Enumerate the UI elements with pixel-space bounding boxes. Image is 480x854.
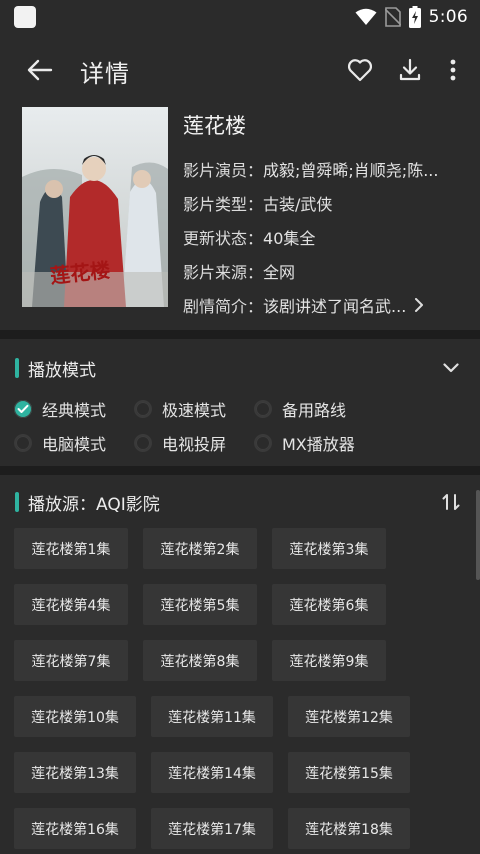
- episode-button[interactable]: 莲花楼第5集: [143, 584, 257, 625]
- episode-button[interactable]: 莲花楼第4集: [14, 584, 128, 625]
- info-value: 全网: [263, 263, 296, 282]
- app-bar: 详情: [0, 40, 480, 100]
- episode-button[interactable]: 莲花楼第13集: [14, 752, 136, 793]
- movie-info: 莲花楼 影片演员： 成毅;曾舜晞;肖顺尧;陈... 影片类型： 古装/武侠 更新…: [183, 110, 463, 322]
- episode-button[interactable]: 莲花楼第9集: [272, 640, 386, 681]
- status-indicators: 5:06: [355, 4, 468, 30]
- page-title: 详情: [80, 60, 130, 88]
- more-options-button[interactable]: [446, 56, 460, 84]
- episode-button[interactable]: 莲花楼第7集: [14, 640, 128, 681]
- chevron-right-icon: [415, 298, 424, 312]
- episode-button[interactable]: 莲花楼第14集: [151, 752, 273, 793]
- episode-button[interactable]: 莲花楼第11集: [151, 696, 273, 737]
- mode-label: 电脑模式: [42, 435, 107, 454]
- scrollbar[interactable]: [476, 490, 480, 580]
- play-mode-title: 播放模式: [28, 360, 96, 381]
- play-mode-header[interactable]: 播放模式: [15, 354, 465, 382]
- mode-label: 备用路线: [282, 401, 347, 420]
- mode-label: 极速模式: [162, 401, 227, 420]
- app-notification-icon: [14, 6, 36, 28]
- episode-button[interactable]: 莲花楼第3集: [272, 528, 386, 569]
- radio-checked-icon: [14, 400, 32, 418]
- source-header: 播放源：AQI影院: [15, 488, 465, 516]
- info-actors: 影片演员： 成毅;曾舜晞;肖顺尧;陈...: [183, 152, 463, 186]
- mode-label: 电视投屏: [162, 435, 227, 454]
- no-sim-icon: [384, 7, 401, 27]
- info-value: 40集全: [263, 229, 316, 248]
- episode-button[interactable]: 莲花楼第12集: [288, 696, 410, 737]
- synopsis-row[interactable]: 剧情简介： 该剧讲述了闻名武...: [183, 288, 463, 322]
- episode-button[interactable]: 莲花楼第18集: [288, 808, 410, 849]
- episode-button[interactable]: 莲花楼第17集: [151, 808, 273, 849]
- info-value: 成毅;曾舜晞;肖顺尧;陈...: [263, 161, 439, 180]
- episode-button[interactable]: 莲花楼第10集: [14, 696, 136, 737]
- download-icon: [399, 58, 421, 81]
- collapse-button[interactable]: [439, 356, 463, 380]
- mode-mx-player[interactable]: MX播放器: [254, 431, 394, 455]
- battery-charging-icon: [408, 6, 421, 28]
- info-source: 影片来源： 全网: [183, 254, 463, 288]
- episode-grid: 莲花楼第1集 莲花楼第2集 莲花楼第3集 莲花楼第4集 莲花楼第5集 莲花楼第6…: [14, 528, 454, 854]
- back-button[interactable]: [22, 56, 58, 84]
- episode-button[interactable]: 莲花楼第2集: [143, 528, 257, 569]
- mode-label: 经典模式: [42, 401, 107, 420]
- radio-icon: [254, 434, 272, 452]
- section-divider: [0, 466, 480, 475]
- episode-button[interactable]: 莲花楼第15集: [288, 752, 410, 793]
- wifi-icon: [355, 8, 377, 25]
- sort-icon: [442, 494, 460, 510]
- movie-title: 莲花楼: [183, 114, 246, 138]
- info-genre: 影片类型： 古装/武侠: [183, 186, 463, 220]
- mode-pc[interactable]: 电脑模式: [14, 431, 134, 455]
- source-title: 播放源：AQI影院: [28, 494, 160, 515]
- sort-button[interactable]: [439, 490, 463, 514]
- info-label: 剧情简介：: [183, 297, 264, 316]
- mode-label: MX播放器: [282, 435, 355, 454]
- play-mode-options: 经典模式 极速模式 备用路线 电脑模式 电视投屏 MX播放器: [14, 392, 454, 460]
- info-label: 影片类型：: [183, 195, 264, 214]
- status-bar: 5:06: [0, 0, 480, 34]
- synopsis-preview: 该剧讲述了闻名武...: [263, 297, 407, 316]
- radio-icon: [134, 434, 152, 452]
- radio-icon: [14, 434, 32, 452]
- section-divider: [0, 330, 480, 339]
- heart-icon: [347, 59, 373, 82]
- download-button[interactable]: [396, 56, 424, 84]
- accent-bar: [15, 358, 19, 378]
- episode-button[interactable]: 莲花楼第16集: [14, 808, 136, 849]
- mode-tv-cast[interactable]: 电视投屏: [134, 431, 254, 455]
- info-label: 更新状态：: [183, 229, 264, 248]
- movie-poster: 莲花楼: [22, 107, 168, 307]
- episode-button[interactable]: 莲花楼第6集: [272, 584, 386, 625]
- more-vert-icon: [450, 59, 456, 81]
- mode-backup-route[interactable]: 备用路线: [254, 397, 394, 421]
- info-label: 影片来源：: [183, 263, 264, 282]
- radio-icon: [254, 400, 272, 418]
- radio-icon: [134, 400, 152, 418]
- arrow-left-icon: [27, 59, 53, 81]
- status-time: 5:06: [428, 7, 468, 27]
- chevron-down-icon: [443, 363, 459, 373]
- mode-classic[interactable]: 经典模式: [14, 397, 134, 421]
- mode-fast[interactable]: 极速模式: [134, 397, 254, 421]
- info-update-status: 更新状态： 40集全: [183, 220, 463, 254]
- episode-button[interactable]: 莲花楼第8集: [143, 640, 257, 681]
- favorite-button[interactable]: [346, 56, 374, 84]
- episode-button[interactable]: 莲花楼第1集: [14, 528, 128, 569]
- accent-bar: [15, 492, 19, 512]
- info-value: 古装/武侠: [263, 195, 333, 214]
- info-label: 影片演员：: [183, 161, 264, 180]
